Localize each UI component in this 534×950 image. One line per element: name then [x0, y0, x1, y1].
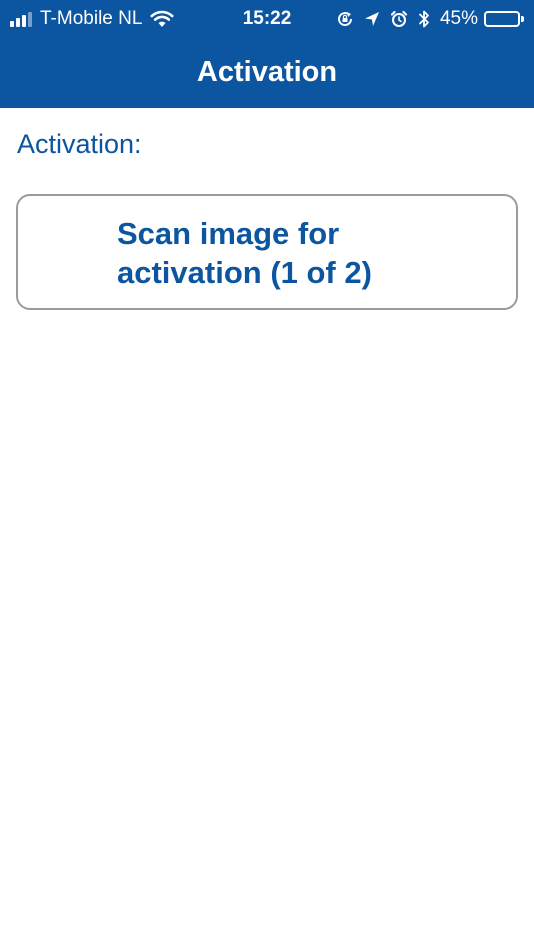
scan-image-button-label: Scan image for activation (1 of 2) [117, 216, 372, 290]
scan-image-button[interactable]: Scan image for activation (1 of 2) [16, 194, 518, 310]
battery-percent: 45% [439, 8, 478, 29]
bluetooth-icon [418, 9, 430, 29]
location-arrow-icon [364, 11, 380, 27]
alarm-icon [390, 10, 408, 28]
status-bar-right: 45% [326, 8, 524, 30]
activation-section-label: Activation: [17, 129, 142, 159]
battery-icon [484, 11, 524, 27]
page-title: Activation [196, 56, 338, 88]
app-header: T-Mobile NL 15:22 45% Activation [0, 0, 534, 108]
screen-lock-rotation-icon [336, 10, 354, 28]
status-bar: T-Mobile NL 15:22 45% [0, 0, 534, 38]
